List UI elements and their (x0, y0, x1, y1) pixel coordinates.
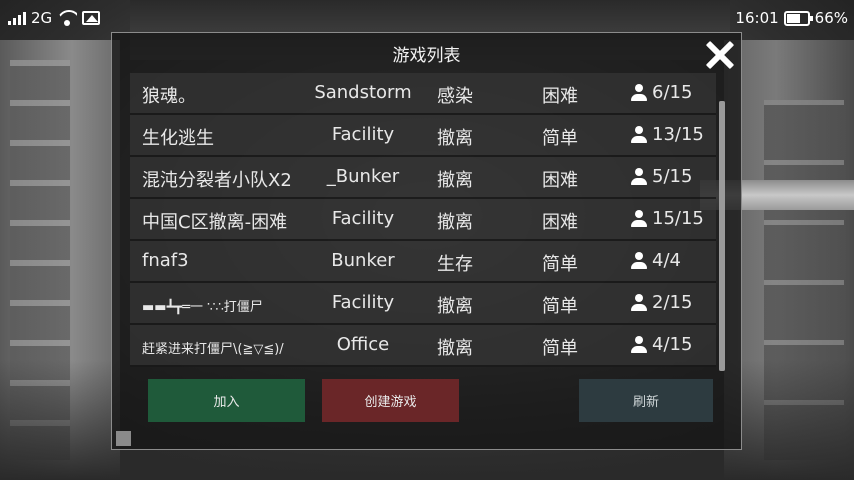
person-icon (630, 209, 648, 228)
room-players: 15/15 (630, 208, 710, 229)
clock: 16:01 (735, 9, 779, 27)
status-bar-right: 16:01 66% (735, 9, 848, 27)
room-players: 2/15 (630, 292, 710, 313)
room-map: Office (336, 334, 390, 355)
room-players: 4/4 (630, 250, 710, 271)
room-name: 生化逃生 (142, 128, 214, 149)
room-row[interactable]: 赶紧进来打僵尸\(≧▽≦)/ Office 撤离 简单 4/15 (130, 325, 716, 367)
player-count: 6/15 (652, 82, 693, 103)
room-row[interactable]: ▬▬┻┳═一 ∵∴打僵尸 Facility 撤离 简单 2/15 (130, 283, 716, 325)
person-icon (630, 335, 648, 354)
room-players: 13/15 (630, 124, 710, 145)
room-difficulty: 困难 (542, 170, 578, 191)
room-mode: 撤离 (437, 296, 473, 317)
room-difficulty: 困难 (542, 86, 578, 107)
room-players: 5/15 (630, 166, 710, 187)
room-row[interactable]: 生化逃生 Facility 撤离 简单 13/15 (130, 115, 716, 157)
room-name: 中国C区撤离-困难 (142, 212, 288, 233)
scrollbar-thumb[interactable] (719, 101, 725, 371)
person-icon (630, 251, 648, 270)
room-difficulty: 困难 (542, 212, 578, 233)
game-list-dialog: 游戏列表 狼魂。 Sandstorm 感染 困难 6/15 生化逃生 Facil… (111, 32, 742, 450)
wifi-icon (57, 10, 77, 26)
scrollbar[interactable] (719, 101, 725, 371)
battery-percent: 66% (814, 9, 848, 27)
room-name: 赶紧进来打僵尸\(≧▽≦)/ (142, 342, 284, 357)
room-row[interactable]: fnaf3 Bunker 生存 简单 4/4 (130, 241, 716, 283)
player-count: 5/15 (652, 166, 693, 187)
person-icon (630, 293, 648, 312)
dialog-title: 游戏列表 (392, 46, 461, 66)
room-name: 狼魂。 (142, 86, 196, 107)
room-map: Sandstorm (314, 82, 412, 103)
close-icon[interactable] (701, 36, 739, 74)
room-mode: 撤离 (437, 212, 473, 233)
room-difficulty: 简单 (542, 128, 578, 149)
room-difficulty: 简单 (542, 338, 578, 359)
room-row[interactable]: 混沌分裂者小队X2 _Bunker 撤离 困难 5/15 (130, 157, 716, 199)
room-name: fnaf3 (142, 250, 189, 271)
person-icon (630, 167, 648, 186)
player-count: 4/4 (652, 250, 681, 271)
signal-icon (8, 11, 26, 25)
player-count: 13/15 (652, 124, 704, 145)
create-game-button[interactable]: 创建游戏 (322, 379, 459, 422)
player-count: 2/15 (652, 292, 693, 313)
join-button[interactable]: 加入 (148, 379, 305, 422)
room-list[interactable]: 狼魂。 Sandstorm 感染 困难 6/15 生化逃生 Facility 撤… (130, 73, 716, 401)
room-name: ▬▬┻┳═一 ∵∴打僵尸 (142, 300, 263, 315)
room-map: Bunker (331, 250, 395, 271)
refresh-button[interactable]: 刷新 (579, 379, 713, 422)
room-row[interactable]: 中国C区撤离-困难 Facility 撤离 困难 15/15 (130, 199, 716, 241)
room-mode: 撤离 (437, 338, 473, 359)
room-map: Facility (331, 292, 395, 313)
network-type: 2G (31, 9, 53, 27)
room-map: Facility (331, 208, 395, 229)
image-notification-icon (82, 11, 101, 25)
player-count: 15/15 (652, 208, 704, 229)
room-difficulty: 简单 (542, 296, 578, 317)
room-name: 混沌分裂者小队X2 (142, 170, 292, 191)
room-mode: 感染 (437, 86, 473, 107)
room-map: Facility (331, 124, 395, 145)
room-map: _Bunker (326, 166, 400, 187)
status-bar-left: 2G (8, 9, 101, 27)
corner-indicator (116, 431, 131, 446)
room-players: 6/15 (630, 82, 710, 103)
player-count: 4/15 (652, 334, 693, 355)
room-mode: 生存 (437, 254, 473, 275)
room-mode: 撤离 (437, 170, 473, 191)
room-players: 4/15 (630, 334, 710, 355)
room-difficulty: 简单 (542, 254, 578, 275)
battery-icon (783, 10, 813, 26)
room-mode: 撤离 (437, 128, 473, 149)
status-bar: 2G 16:01 66% (0, 0, 854, 36)
person-icon (630, 125, 648, 144)
room-row[interactable]: 狼魂。 Sandstorm 感染 困难 6/15 (130, 73, 716, 115)
person-icon (630, 83, 648, 102)
